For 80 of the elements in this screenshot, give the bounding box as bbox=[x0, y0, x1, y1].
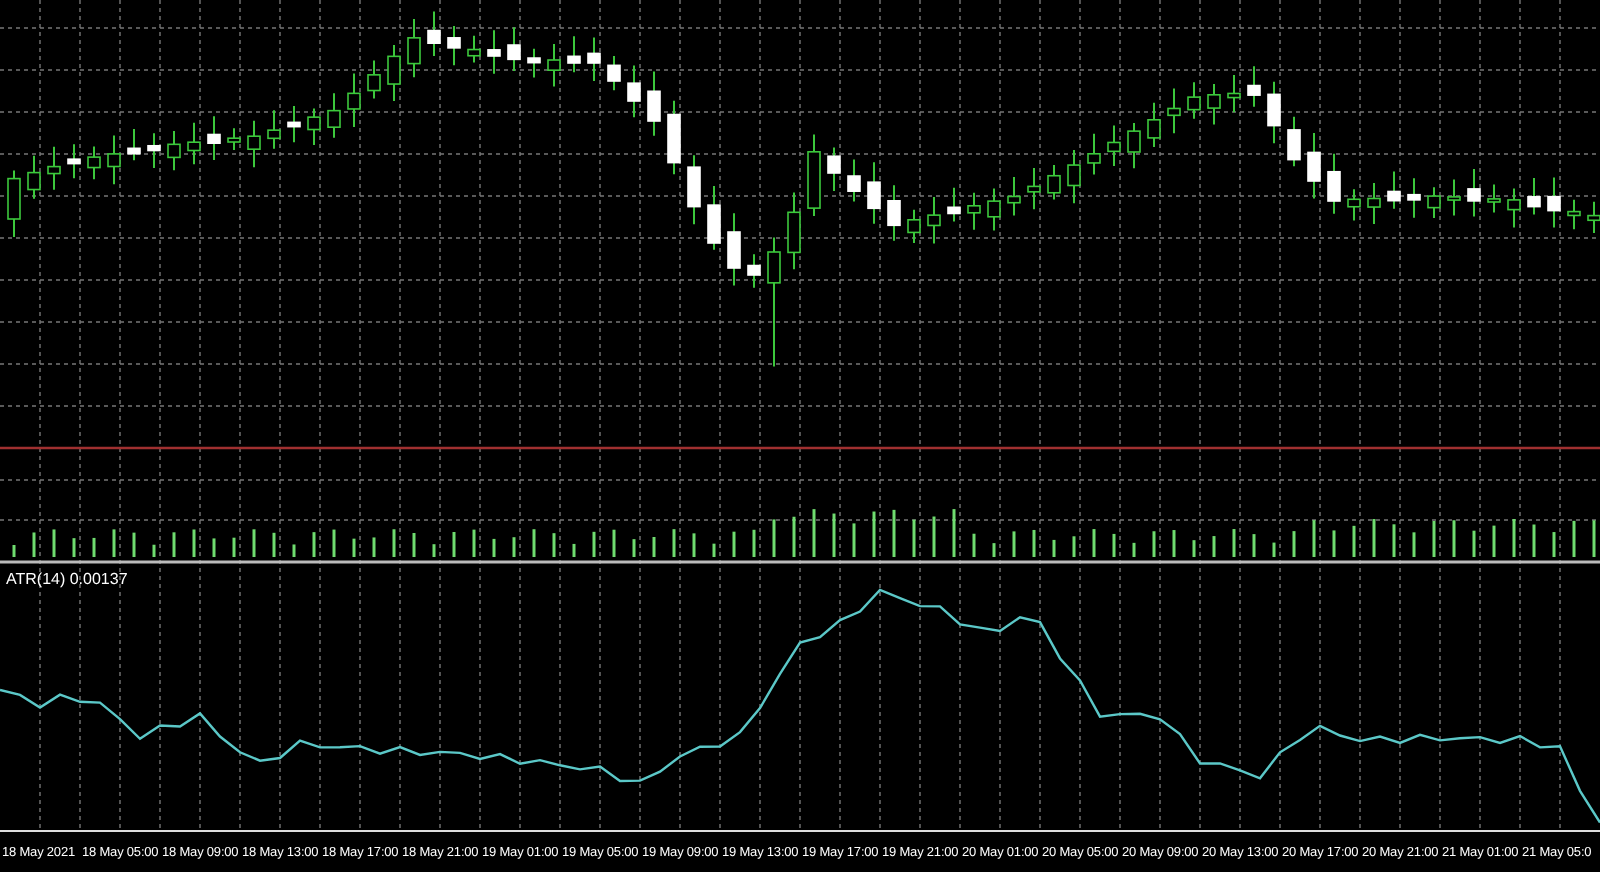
candlestick bbox=[7, 169, 21, 238]
candlestick bbox=[1347, 188, 1361, 222]
indicator-label: ATR(14) 0.00137 bbox=[6, 570, 128, 588]
candlestick bbox=[387, 44, 401, 102]
candlestick bbox=[347, 72, 361, 128]
candlestick bbox=[27, 154, 41, 200]
candlestick bbox=[1187, 81, 1201, 120]
candlestick bbox=[927, 195, 941, 245]
candlestick bbox=[447, 24, 461, 67]
candlestick bbox=[1487, 183, 1501, 214]
candlestick bbox=[947, 186, 961, 223]
candlestick bbox=[107, 134, 121, 186]
candlestick bbox=[807, 133, 821, 218]
candlestick bbox=[607, 55, 621, 92]
candlestick bbox=[1007, 176, 1021, 217]
candlestick bbox=[1367, 181, 1381, 225]
candlestick bbox=[847, 158, 861, 203]
candlestick bbox=[567, 35, 581, 74]
candlestick bbox=[207, 115, 221, 162]
candlestick bbox=[987, 187, 1001, 232]
candlestick bbox=[1387, 170, 1401, 210]
candlestick bbox=[1447, 178, 1461, 217]
candlestick bbox=[287, 104, 301, 144]
candlestick bbox=[247, 119, 261, 169]
candlestick bbox=[147, 132, 161, 169]
candlestick bbox=[867, 161, 881, 225]
candlestick bbox=[487, 29, 501, 75]
candlestick bbox=[827, 146, 841, 192]
candlestick bbox=[1267, 80, 1281, 145]
candlestick bbox=[427, 10, 441, 57]
candlestick bbox=[727, 212, 741, 287]
candlestick bbox=[507, 26, 521, 72]
candlestick bbox=[127, 128, 141, 162]
candlestick bbox=[1127, 122, 1141, 170]
candlestick bbox=[1547, 176, 1561, 229]
candlestick bbox=[967, 191, 981, 231]
candlestick bbox=[667, 99, 681, 176]
candlestick bbox=[87, 145, 101, 181]
candlestick bbox=[787, 191, 801, 271]
candlestick bbox=[327, 92, 341, 139]
candlestick bbox=[1327, 152, 1341, 215]
candlestick bbox=[67, 143, 81, 180]
candlestick bbox=[627, 64, 641, 119]
candlestick bbox=[1247, 65, 1261, 108]
candlestick bbox=[647, 70, 661, 137]
candlestick bbox=[587, 36, 601, 82]
candlestick bbox=[747, 253, 761, 289]
candlestick bbox=[1287, 115, 1301, 168]
candlestick bbox=[1067, 149, 1081, 205]
candlestick bbox=[467, 34, 481, 64]
candlestick bbox=[1107, 124, 1121, 168]
candlestick bbox=[767, 236, 781, 368]
candlestick bbox=[187, 121, 201, 166]
candlestick bbox=[1087, 132, 1101, 176]
candlestick bbox=[1407, 177, 1421, 219]
candlestick bbox=[887, 184, 901, 242]
candlestick bbox=[1027, 166, 1041, 211]
candlestick bbox=[227, 127, 241, 151]
candlestick bbox=[1167, 87, 1181, 135]
candlestick bbox=[267, 109, 281, 150]
candlestick bbox=[1507, 187, 1521, 229]
candlestick bbox=[687, 154, 701, 226]
candlestick bbox=[1207, 83, 1221, 126]
candlestick bbox=[1427, 186, 1441, 220]
candlestick bbox=[1227, 73, 1241, 114]
candlestick bbox=[527, 47, 541, 79]
candlestick bbox=[407, 18, 421, 79]
candlestick bbox=[167, 130, 181, 172]
candlestick bbox=[907, 208, 921, 244]
candlestick bbox=[367, 59, 381, 100]
candlestick bbox=[307, 107, 321, 147]
candlestick bbox=[547, 43, 561, 88]
candlestick bbox=[1527, 176, 1541, 216]
candlestick bbox=[1147, 101, 1161, 149]
candlestick bbox=[1047, 164, 1061, 201]
candlestick bbox=[1467, 168, 1481, 218]
candlestick bbox=[707, 185, 721, 251]
candlestick bbox=[1307, 131, 1321, 200]
candlestick bbox=[1567, 198, 1581, 231]
candlestick bbox=[47, 145, 61, 191]
